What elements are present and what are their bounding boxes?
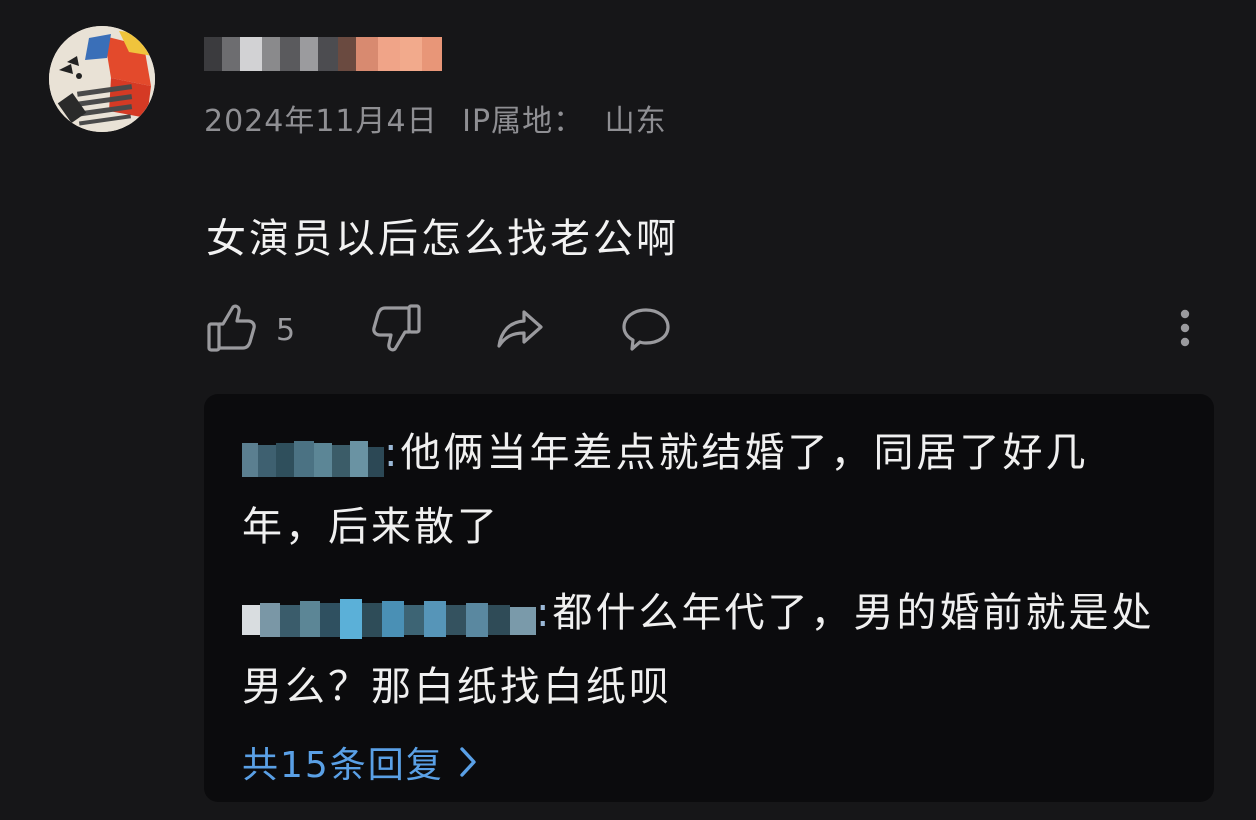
- username-blurred[interactable]: [204, 34, 442, 74]
- view-all-replies-link[interactable]: 共15条回复: [242, 736, 478, 788]
- view-all-replies-label: 共15条回复: [242, 745, 444, 786]
- thumbs-up-icon: [206, 302, 258, 358]
- more-options-button[interactable]: [1170, 300, 1200, 360]
- like-count: 5: [276, 312, 296, 348]
- dislike-button[interactable]: [370, 300, 422, 360]
- like-button[interactable]: 5: [206, 300, 295, 360]
- comment-text: 女演员以后怎么找老公啊: [206, 216, 679, 262]
- reply-author-blurred[interactable]: [242, 429, 384, 477]
- user-avatar[interactable]: [49, 26, 155, 132]
- share-button[interactable]: [494, 300, 546, 360]
- ip-label: IP属地：: [462, 104, 585, 139]
- comment-date: 2024年11月4日: [204, 104, 438, 139]
- reply-item[interactable]: :他俩当年差点就结婚了，同居了好几年，后来散了: [242, 416, 1162, 564]
- thumbs-down-icon: [370, 300, 422, 360]
- comment-meta: 2024年11月4日 IP属地： 山东: [204, 96, 667, 140]
- comment-actions: 5: [206, 300, 1206, 360]
- chevron-right-icon: [458, 745, 478, 779]
- share-icon: [494, 302, 546, 358]
- reply-item[interactable]: :都什么年代了，男的婚前就是处男么？那白纸找白纸呗: [242, 576, 1162, 724]
- more-vertical-icon: [1170, 302, 1200, 358]
- ip-location: 山东: [604, 104, 667, 139]
- reply-author-blurred[interactable]: [242, 589, 536, 639]
- comment-bubble-icon: [620, 302, 672, 358]
- reply-button[interactable]: [620, 300, 672, 360]
